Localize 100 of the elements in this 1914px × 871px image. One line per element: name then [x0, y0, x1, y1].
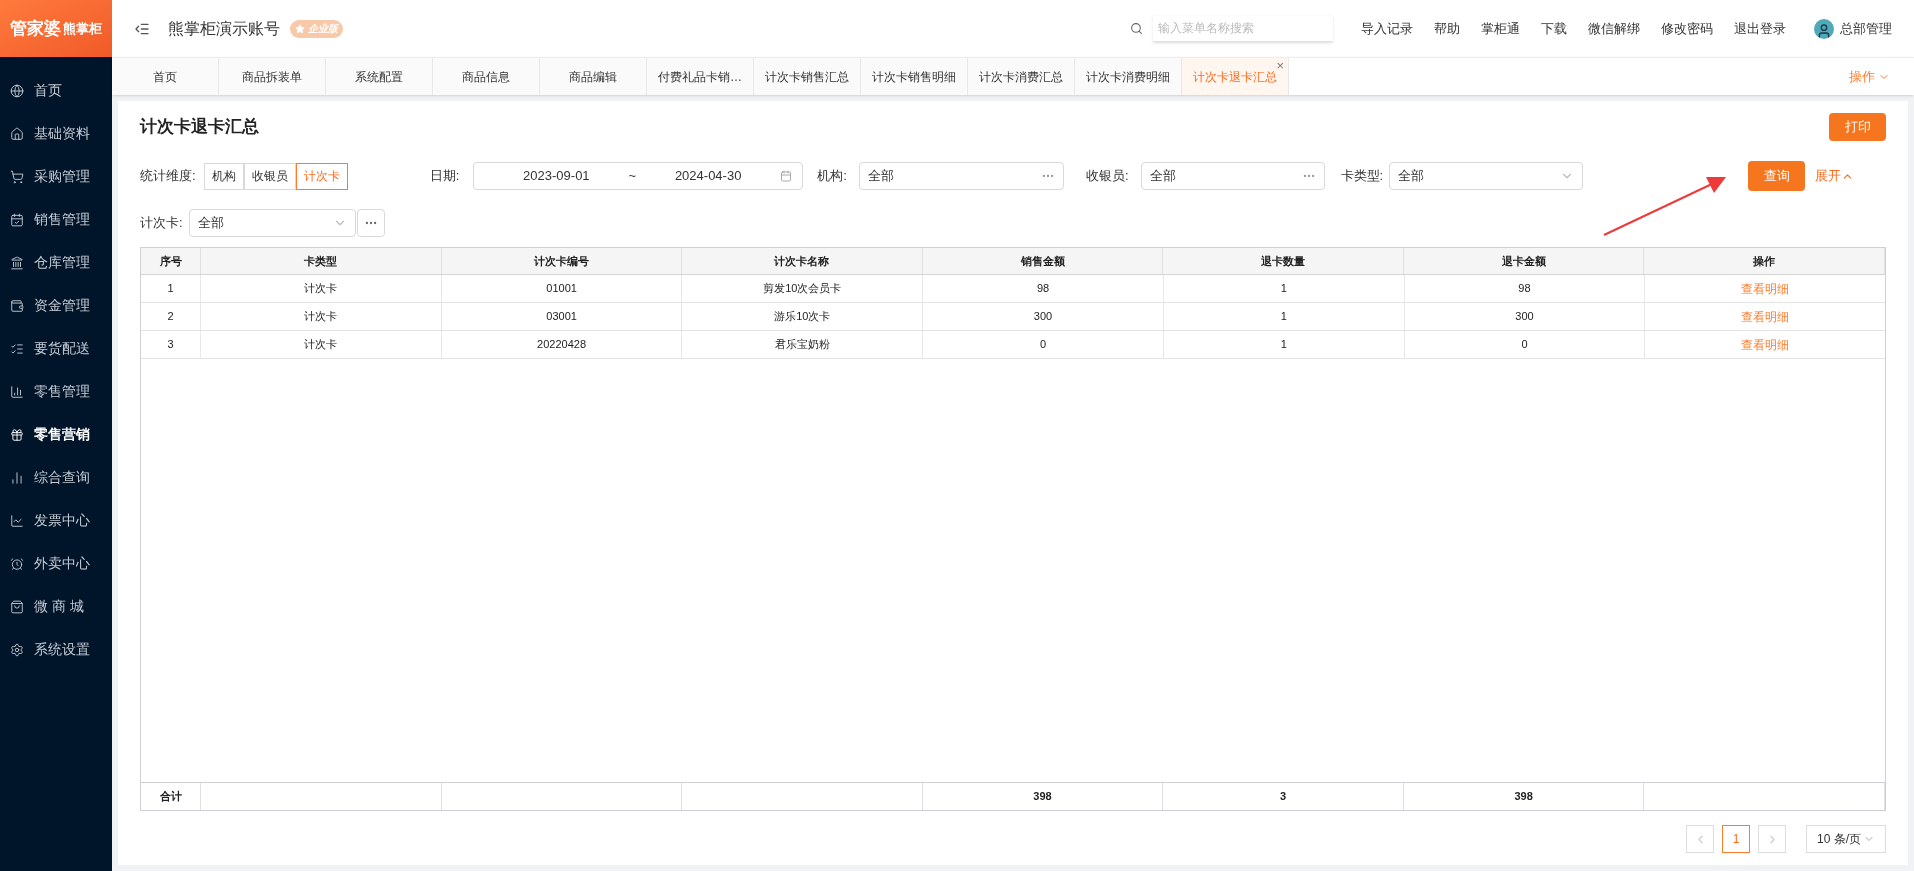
total-cell: 398: [1403, 783, 1645, 810]
alarm-icon: [10, 556, 24, 571]
sidebar-item[interactable]: 基础资料: [0, 112, 112, 155]
column-header: 销售金额: [922, 248, 1164, 274]
gift-icon: [10, 427, 24, 442]
sidebar-item[interactable]: 发票中心: [0, 499, 112, 542]
header-link[interactable]: 修改密码: [1661, 18, 1713, 39]
filter-label: 机构:: [817, 167, 847, 186]
table-cell: 2: [141, 303, 201, 330]
list-icon: [10, 341, 24, 356]
table-cell: 300: [923, 303, 1164, 330]
column-header: 序号: [141, 248, 201, 274]
table-cell: 君乐宝奶粉: [682, 331, 924, 358]
sidebar-item[interactable]: 系统设置: [0, 628, 112, 671]
bag-icon: [10, 599, 24, 614]
filter-label: 计次卡:: [140, 214, 183, 233]
page-size-select[interactable]: 10 条/页: [1806, 825, 1886, 853]
page-tab[interactable]: 计次卡销售明细: [861, 58, 968, 95]
calendar-icon: [780, 170, 793, 182]
sidebar-item[interactable]: 综合查询: [0, 456, 112, 499]
table-cell: 1: [1163, 331, 1405, 358]
bank-icon: [10, 255, 24, 270]
table-cell: 98: [923, 275, 1164, 302]
table-cell: 剪发10次会员卡: [682, 275, 924, 302]
page-tab[interactable]: 付费礼品卡销…: [647, 58, 754, 95]
date-range-field[interactable]: 2023-09-01 ~ 2024-04-30: [473, 162, 804, 190]
logo-brand: 管家婆: [10, 17, 61, 40]
table-cell: 游乐10次卡: [682, 303, 924, 330]
sidebar-item[interactable]: 资金管理: [0, 284, 112, 327]
card-select[interactable]: 全部: [188, 209, 356, 237]
filter-label: 收银员:: [1085, 167, 1129, 186]
header-link[interactable]: 下载: [1541, 18, 1567, 39]
user-name[interactable]: 总部管理: [1840, 18, 1892, 39]
sidebar-item[interactable]: 微 商 城: [0, 585, 112, 628]
account-name: 熊掌柜演示账号: [168, 18, 280, 39]
sidebar-item[interactable]: 零售管理: [0, 370, 112, 413]
table-cell: 20220428: [441, 331, 683, 358]
sidebar-item[interactable]: 要货配送: [0, 327, 112, 370]
filter-label: 日期:: [429, 167, 460, 186]
house-icon: [10, 126, 24, 141]
header-link[interactable]: 退出登录: [1734, 18, 1786, 39]
page-tab[interactable]: 商品信息: [433, 58, 540, 95]
header-link[interactable]: 微信解绑: [1588, 18, 1640, 39]
page-title: 计次卡退卡汇总: [140, 116, 259, 139]
table-cell: 0: [923, 331, 1164, 358]
page-tab[interactable]: 计次卡消费汇总: [968, 58, 1075, 95]
page-tab[interactable]: 商品拆装单: [219, 58, 326, 95]
table-cell: 3: [141, 331, 201, 358]
header-link[interactable]: 帮助: [1434, 18, 1460, 39]
column-header: 计次卡编号: [441, 248, 683, 274]
total-cell: 合计: [141, 783, 201, 810]
search-icon: [1130, 22, 1143, 35]
cashier-select[interactable]: 全部: [1140, 162, 1325, 190]
calendar-icon: [10, 212, 24, 227]
page-tab[interactable]: 计次卡消费明细: [1075, 58, 1182, 95]
previous-page-button[interactable]: [1686, 825, 1714, 853]
page-tab[interactable]: 计次卡退卡汇总 ×: [1182, 58, 1289, 95]
org-select[interactable]: 全部: [858, 162, 1064, 190]
close-icon[interactable]: ×: [1276, 56, 1284, 76]
table-cell: 1: [1163, 275, 1405, 302]
sidebar-item[interactable]: 采购管理: [0, 155, 112, 198]
wallet-icon: [10, 298, 24, 313]
star-icon: [295, 23, 305, 34]
table-cell: 01001: [441, 275, 683, 302]
header-link[interactable]: 掌柜通: [1481, 18, 1520, 39]
sidebar-item[interactable]: 仓库管理: [0, 241, 112, 284]
table-cell: 1: [141, 275, 201, 302]
globe-icon: [10, 83, 24, 98]
header-link[interactable]: 导入记录: [1361, 18, 1413, 39]
sidebar-item[interactable]: 销售管理: [0, 198, 112, 241]
table-cell: 计次卡: [201, 275, 442, 302]
column-header: 退卡数量: [1163, 248, 1404, 274]
avatar-icon[interactable]: [1814, 18, 1834, 39]
table-cell: 1: [1163, 303, 1405, 330]
logo-sub: 熊掌柜: [63, 19, 102, 38]
page-tab[interactable]: 计次卡销售汇总: [754, 58, 861, 95]
bar-chart-icon: [10, 470, 24, 485]
total-cell: 398: [922, 783, 1164, 810]
search-field[interactable]: 输入菜单名称搜索: [1153, 15, 1333, 42]
page-tab[interactable]: 系统配置: [326, 58, 433, 95]
column-header: 退卡金额: [1403, 248, 1645, 274]
sidebar-item[interactable]: 外卖中心: [0, 542, 112, 585]
table-cell: 计次卡: [201, 331, 442, 358]
table-cell: 300: [1404, 303, 1646, 330]
table-cell: 0: [1404, 331, 1646, 358]
table-cell: 03001: [441, 303, 683, 330]
filter-label: 卡类型:: [1340, 167, 1384, 186]
sidebar-item[interactable]: 零售营销: [0, 413, 112, 456]
column-header: 操作: [1644, 248, 1886, 274]
more-button[interactable]: [356, 209, 385, 237]
gear-icon: [10, 642, 24, 657]
dimension-toggle[interactable]: 机构: [203, 162, 244, 190]
page-tab[interactable]: 首页: [112, 58, 219, 95]
column-header: 卡类型: [201, 248, 442, 274]
next-page-button[interactable]: [1758, 825, 1786, 853]
edition-badge: 企业版: [290, 19, 343, 38]
dimension-toggle[interactable]: 收银员: [243, 162, 296, 190]
sidebar-item[interactable]: 首页: [0, 69, 112, 112]
card-type-select[interactable]: 全部: [1389, 162, 1584, 190]
page-tab[interactable]: 商品编辑: [540, 58, 647, 95]
